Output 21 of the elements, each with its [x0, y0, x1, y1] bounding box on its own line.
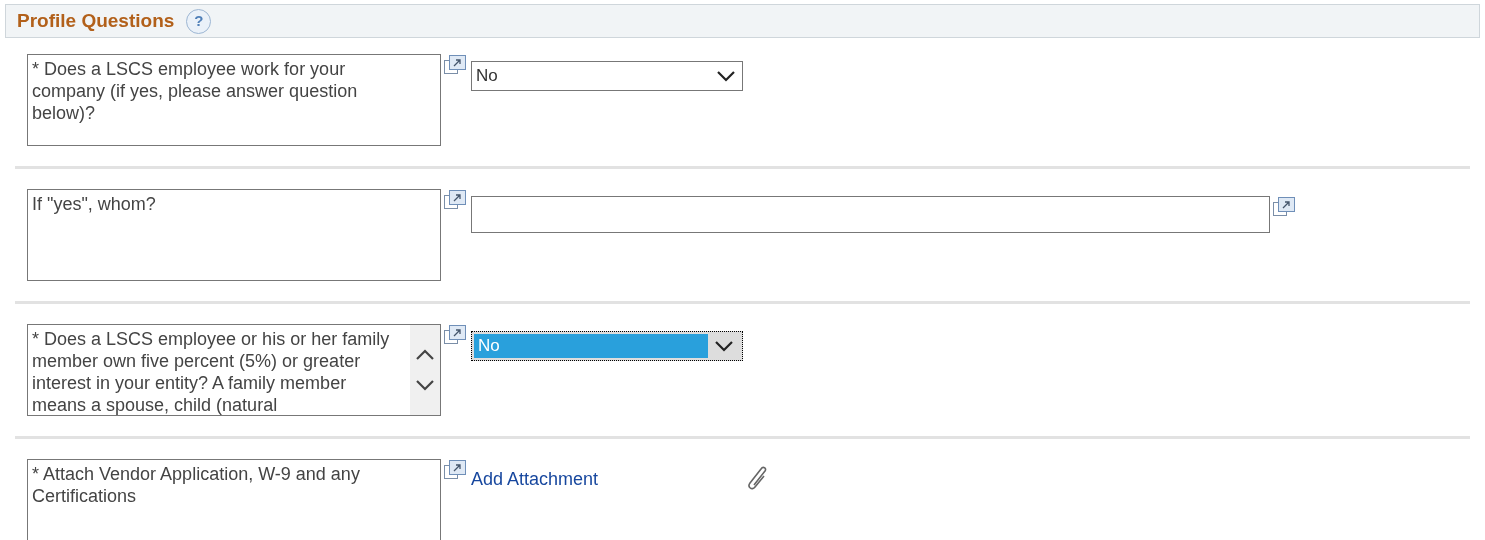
dropdown-field[interactable]: No: [471, 61, 743, 91]
scroll-up-icon[interactable]: [415, 349, 435, 361]
help-icon[interactable]: ?: [186, 8, 212, 34]
dropdown-value: No: [474, 334, 708, 358]
answer-field[interactable]: [471, 196, 1270, 233]
question-text: If "yes", whom?: [31, 193, 157, 216]
expand-icon[interactable]: [443, 54, 467, 76]
scrollbar[interactable]: [410, 325, 440, 415]
expand-icon[interactable]: [443, 324, 467, 346]
scroll-down-icon[interactable]: [415, 379, 435, 391]
expand-icon[interactable]: [443, 189, 467, 211]
chevron-down-icon: [714, 340, 734, 352]
question-text: * Does a LSCS employee work for your company (if yes, please answer question below)?: [31, 58, 359, 125]
section-title: Profile Questions: [17, 8, 175, 33]
add-attachment-link[interactable]: Add Attachment: [471, 465, 599, 493]
expand-icon[interactable]: [1272, 196, 1296, 218]
chevron-down-icon: [716, 70, 736, 82]
dropdown-value: No: [475, 65, 499, 88]
question-text: * Attach Vendor Application, W-9 and any Certifications: [31, 463, 361, 508]
expand-icon[interactable]: [443, 459, 467, 481]
question-text: * Does a LSCS employee or his or her family member own five percent (5%) or greater interest in your entity? A family member means a spouse, child (natural: [31, 328, 391, 415]
